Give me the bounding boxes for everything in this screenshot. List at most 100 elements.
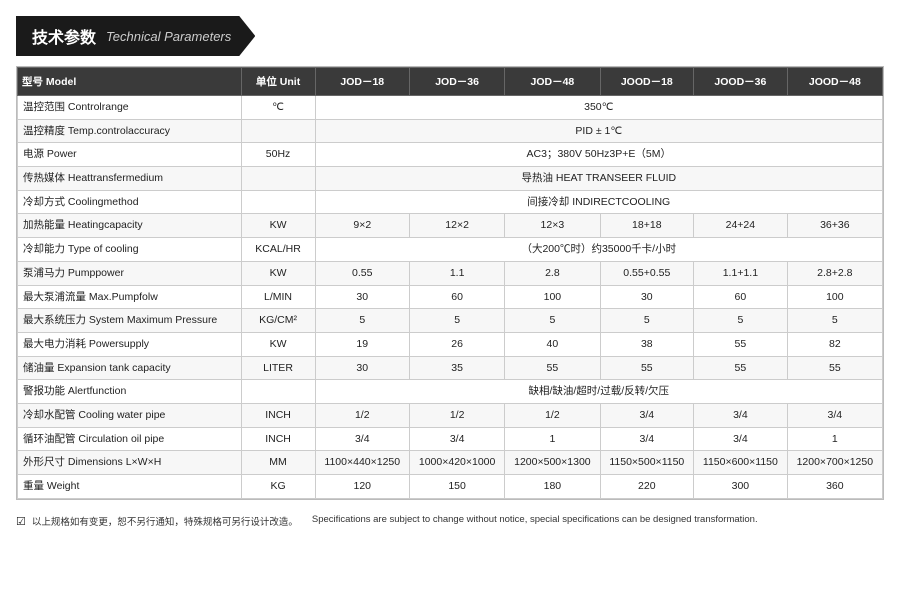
- cell-jood18: 18+18: [600, 214, 694, 238]
- footer-text-en: Specifications are subject to change wit…: [312, 514, 758, 525]
- cell-jod48: 1/2: [505, 403, 600, 427]
- cell-span: PID ± 1℃: [315, 119, 882, 143]
- table-row: 温控范围 Controlrange℃350℃: [18, 96, 883, 120]
- cell-jod48: 5: [505, 309, 600, 333]
- cell-jood48: 55: [787, 356, 882, 380]
- cell-unit: KW: [241, 332, 315, 356]
- cell-unit: INCH: [241, 427, 315, 451]
- table-row: 最大泵浦流量 Max.PumpfolwL/MIN30601003060100: [18, 285, 883, 309]
- cell-jood48: 360: [787, 475, 882, 499]
- cell-span: 缺相/缺油/超时/过载/反转/欠压: [315, 380, 882, 404]
- cell-jood18: 3/4: [600, 427, 694, 451]
- cell-jood18: 1150×500×1150: [600, 451, 694, 475]
- cell-jod18: 19: [315, 332, 409, 356]
- table-row: 重量 WeightKG120150180220300360: [18, 475, 883, 499]
- header-section: 技术参数 Technical Parameters: [0, 0, 900, 66]
- cell-jod36: 150: [409, 475, 504, 499]
- table-row: 冷却能力 Type of coolingKCAL/HR（大200℃时）约3500…: [18, 238, 883, 262]
- cell-jod36: 26: [409, 332, 504, 356]
- col-jood48: JOOD－48: [787, 68, 882, 96]
- cell-unit: L/MIN: [241, 285, 315, 309]
- col-jood18: JOOD－18: [600, 68, 694, 96]
- cell-jod18: 120: [315, 475, 409, 499]
- table-row: 警报功能 Alertfunction 缺相/缺油/超时/过载/反转/欠压: [18, 380, 883, 404]
- cell-param: 温控范围 Controlrange: [18, 96, 242, 120]
- cell-jood48: 82: [787, 332, 882, 356]
- cell-jod18: 0.55: [315, 261, 409, 285]
- cell-jod48: 2.8: [505, 261, 600, 285]
- cell-jod36: 60: [409, 285, 504, 309]
- cell-jood48: 5: [787, 309, 882, 333]
- cell-jod18: 1/2: [315, 403, 409, 427]
- cell-jood48: 36+36: [787, 214, 882, 238]
- cell-param: 传热媒体 Heattransfermedium: [18, 167, 242, 191]
- cell-jod36: 1/2: [409, 403, 504, 427]
- cell-jood48: 1200×700×1250: [787, 451, 882, 475]
- params-table: 型号 Model 单位 Unit JOD－18 JOD－36 JOD－48 JO…: [17, 67, 883, 499]
- col-model: 型号 Model: [18, 68, 242, 96]
- cell-unit: [241, 119, 315, 143]
- cell-param: 警报功能 Alertfunction: [18, 380, 242, 404]
- cell-jood36: 55: [694, 332, 788, 356]
- page-header: 技术参数 Technical Parameters: [16, 16, 255, 56]
- cell-jod48: 40: [505, 332, 600, 356]
- cell-unit: INCH: [241, 403, 315, 427]
- cell-param: 最大电力消耗 Powersupply: [18, 332, 242, 356]
- col-jod18: JOD－18: [315, 68, 409, 96]
- cell-jood18: 55: [600, 356, 694, 380]
- cell-param: 最大系统压力 System Maximum Pressure: [18, 309, 242, 333]
- cell-jood48: 3/4: [787, 403, 882, 427]
- cell-param: 冷却水配管 Cooling water pipe: [18, 403, 242, 427]
- cell-span: （大200℃时）约35000千卡/小时: [315, 238, 882, 262]
- cell-jod48: 1: [505, 427, 600, 451]
- footer-section: ☑ 以上规格如有变更，恕不另行通知，特殊规格可另行设计改造。 Specifica…: [0, 508, 900, 538]
- cell-jood48: 100: [787, 285, 882, 309]
- cell-jood36: 1.1+1.1: [694, 261, 788, 285]
- cell-jod48: 1200×500×1300: [505, 451, 600, 475]
- col-jood36: JOOD－36: [694, 68, 788, 96]
- table-row: 冷却水配管 Cooling water pipeINCH1/21/21/23/4…: [18, 403, 883, 427]
- cell-jod36: 3/4: [409, 427, 504, 451]
- title-zh: 技术参数: [32, 24, 96, 48]
- cell-unit: MM: [241, 451, 315, 475]
- footer-text-zh: 以上规格如有变更，恕不另行通知，特殊规格可另行设计改造。: [32, 514, 298, 528]
- cell-jood18: 30: [600, 285, 694, 309]
- cell-jood36: 5: [694, 309, 788, 333]
- table-row: 循环油配管 Circulation oil pipeINCH3/43/413/4…: [18, 427, 883, 451]
- title-en: Technical Parameters: [106, 29, 231, 44]
- cell-jood36: 1150×600×1150: [694, 451, 788, 475]
- cell-unit: KCAL/HR: [241, 238, 315, 262]
- cell-unit: KG/CM²: [241, 309, 315, 333]
- cell-jod18: 3/4: [315, 427, 409, 451]
- table-row: 储油量 Expansion tank capacityLITER30355555…: [18, 356, 883, 380]
- cell-span: AC3；380V 50Hz3P+E（5M）: [315, 143, 882, 167]
- table-row: 传热媒体 Heattransfermedium 导热油 HEAT TRANSEER…: [18, 167, 883, 191]
- cell-jood36: 60: [694, 285, 788, 309]
- cell-jod18: 30: [315, 285, 409, 309]
- cell-jod18: 9×2: [315, 214, 409, 238]
- cell-jod36: 1000×420×1000: [409, 451, 504, 475]
- cell-jod18: 1100×440×1250: [315, 451, 409, 475]
- table-header-row: 型号 Model 单位 Unit JOD－18 JOD－36 JOD－48 JO…: [18, 68, 883, 96]
- cell-jod48: 100: [505, 285, 600, 309]
- table-row: 最大电力消耗 PowersupplyKW192640385582: [18, 332, 883, 356]
- cell-jod36: 5: [409, 309, 504, 333]
- cell-jood36: 300: [694, 475, 788, 499]
- table-row: 温控精度 Temp.controlaccuracyPID ± 1℃: [18, 119, 883, 143]
- footer-icon: ☑: [16, 515, 26, 528]
- col-unit: 单位 Unit: [241, 68, 315, 96]
- col-jod36: JOD－36: [409, 68, 504, 96]
- cell-span: 间接冷却 INDIRECTCOOLING: [315, 190, 882, 214]
- cell-jood36: 3/4: [694, 427, 788, 451]
- cell-unit: KW: [241, 261, 315, 285]
- cell-jod48: 55: [505, 356, 600, 380]
- table-row: 泵浦马力 PumppowerKW0.551.12.80.55+0.551.1+1…: [18, 261, 883, 285]
- cell-unit: KG: [241, 475, 315, 499]
- cell-jood18: 38: [600, 332, 694, 356]
- cell-span: 导热油 HEAT TRANSEER FLUID: [315, 167, 882, 191]
- table-row: 冷却方式 Coolingmethod间接冷却 INDIRECTCOOLING: [18, 190, 883, 214]
- cell-jood36: 55: [694, 356, 788, 380]
- cell-jod36: 12×2: [409, 214, 504, 238]
- cell-jood18: 3/4: [600, 403, 694, 427]
- cell-jod18: 5: [315, 309, 409, 333]
